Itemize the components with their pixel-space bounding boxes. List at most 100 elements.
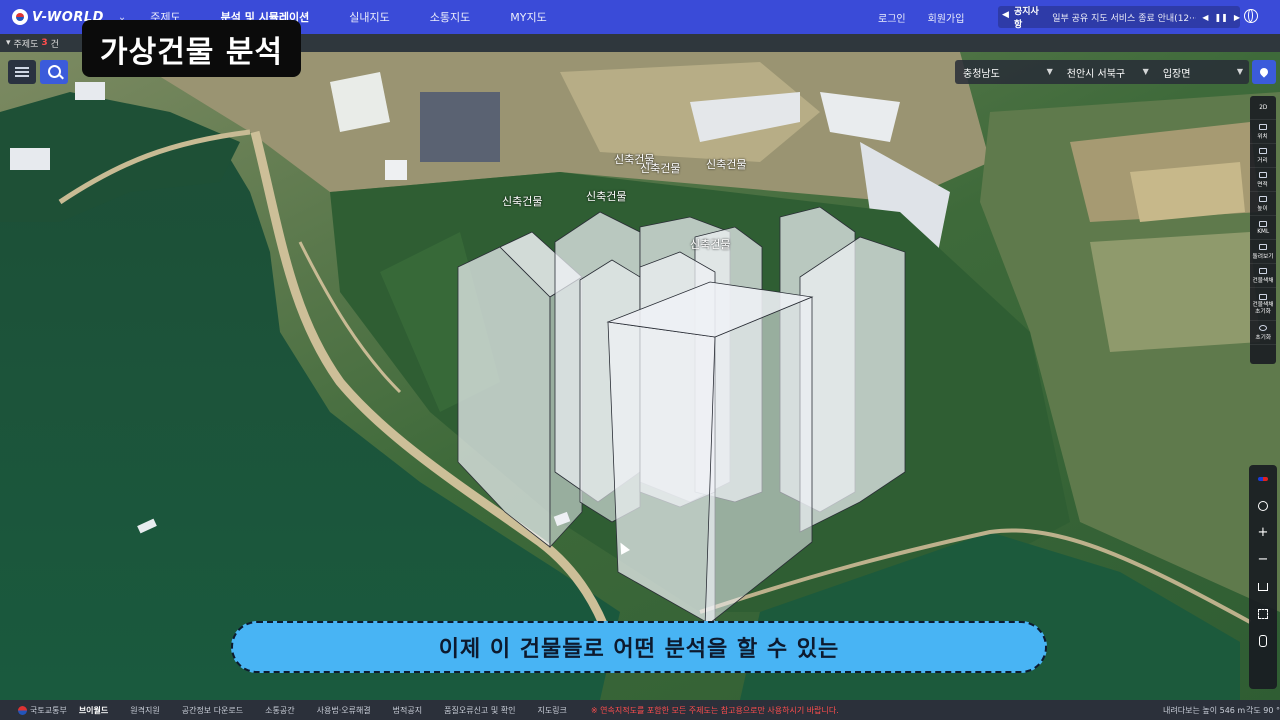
map-canvas[interactable] [0, 52, 1280, 700]
building-label: 신축건물 [640, 162, 681, 175]
tool-height[interactable]: 높이 [1250, 192, 1276, 216]
city-value: 천안시 서북구 [1066, 68, 1126, 80]
mouse-icon [1259, 634, 1267, 647]
language-globe-icon[interactable] [1244, 9, 1258, 23]
tool-label: KML [1257, 227, 1269, 235]
footer-link-community[interactable]: 소통공간 [265, 705, 294, 716]
tool-building-color[interactable]: 건물색채 [1250, 264, 1276, 288]
file-icon [1259, 220, 1267, 227]
height-icon [1259, 195, 1267, 202]
tool-area[interactable]: 면적 [1250, 168, 1276, 192]
tool-2d[interactable]: 2D [1250, 96, 1276, 120]
menu-indoor-map[interactable]: 실내지도 [349, 9, 389, 25]
tool-label: 초기화 [1255, 333, 1271, 341]
ministry-emblem-icon [12, 9, 28, 25]
home-icon [1258, 582, 1268, 591]
notice-title: 공지사항 [1014, 7, 1039, 30]
speaker-icon: ◀ [1002, 10, 1009, 20]
map-controls: + − [1249, 465, 1277, 689]
tool-label: 위치 [1257, 132, 1269, 140]
tool-label: 2D [1258, 104, 1268, 111]
auth-links: 로그인 회원가입 [878, 0, 986, 34]
footer-link-map-link[interactable]: 지도링크 [537, 705, 566, 716]
ruler-icon [1259, 147, 1267, 154]
login-link[interactable]: 로그인 [878, 10, 906, 25]
fullscreen-icon [1258, 608, 1268, 619]
building-icon [1259, 267, 1267, 274]
menu-my-map[interactable]: MY지도 [510, 9, 546, 25]
home-button[interactable] [1249, 573, 1277, 600]
plus-icon: + [1257, 525, 1269, 540]
signup-link[interactable]: 회원가입 [928, 10, 965, 25]
video-subtitle: 이제 이 건물들로 어떤 분석을 할 수 있는 [231, 621, 1047, 673]
province-value: 충청남도 [963, 68, 1000, 80]
thematic-count: 3 [41, 38, 48, 48]
prev-icon[interactable]: ◀ [1202, 13, 1208, 22]
pause-icon[interactable]: ❚❚ [1214, 13, 1227, 22]
footer-link-quality-report[interactable]: 품질오류신고 및 확인 [444, 705, 515, 716]
minus-icon: − [1257, 552, 1269, 567]
town-value: 입장면 [1162, 68, 1191, 80]
tool-label: 면적 [1257, 180, 1269, 188]
compass-button[interactable] [1249, 465, 1277, 492]
zoom-out-button[interactable]: − [1249, 546, 1277, 573]
search-icon [48, 65, 61, 78]
location-icon [1259, 123, 1267, 130]
target-icon [1258, 500, 1268, 511]
rotate-icon [1259, 243, 1267, 250]
3d-map-view[interactable]: 신축건물 신축건물 신축건물 신축건물 신축건물 신축건물 [0, 52, 1280, 700]
tool-location[interactable]: 위치 [1250, 120, 1276, 144]
tool-label: 거리 [1257, 156, 1269, 164]
tool-label: 높이 [1257, 204, 1269, 212]
layer-menu-button[interactable] [8, 60, 36, 84]
building-label: 신축건물 [690, 238, 731, 251]
tool-rotate[interactable]: 돌려보기 [1250, 240, 1276, 264]
chevron-down-icon: ▼ [1046, 67, 1053, 76]
ministry-link[interactable]: 국토교통부 [18, 705, 67, 716]
altitude-readout: 내려다보는 높이 546 m [1163, 706, 1246, 715]
city-select[interactable]: 천안시 서북구 ▼ [1059, 60, 1155, 84]
pin-icon: ▾ [6, 38, 11, 48]
building-label: 신축건물 [706, 158, 747, 171]
tool-distance[interactable]: 거리 [1250, 144, 1276, 168]
footer-bar: 국토교통부 브이월드 원격지원 공간정보 다운로드 소통공간 사용법·오류해결 … [0, 700, 1280, 720]
notice-text[interactable]: 일부 공유 지도 서비스 종료 안내(12··· [1052, 11, 1196, 24]
right-toolbar: 2D 위치 거리 면적 높이 KML 돌려보기 건물색채 건물색채 초기화 초기… [1250, 96, 1276, 364]
building-label: 신축건물 [502, 195, 543, 208]
province-select[interactable]: 충청남도 ▼ [955, 60, 1059, 84]
footer-link-help[interactable]: 사용법·오류해결 [317, 705, 371, 716]
fullscreen-button[interactable] [1249, 600, 1277, 627]
footer-link-data-download[interactable]: 공간정보 다운로드 [182, 705, 243, 716]
footer-brand[interactable]: 브이월드 [79, 705, 108, 716]
area-icon [1259, 171, 1267, 178]
tool-label: 건물색채 초기화 [1252, 300, 1274, 315]
notice-ticker[interactable]: ◀ 공지사항 일부 공유 지도 서비스 종료 안내(12··· ◀ ❚❚ ▶ [998, 6, 1240, 30]
building-label: 신축건물 [586, 190, 627, 203]
current-location-button[interactable] [1249, 492, 1277, 519]
tool-label: 돌려보기 [1252, 252, 1274, 260]
footer-warning: ※ 연속지적도를 포함한 모든 주제도는 참고용으로만 사용하시기 바랍니다. [590, 705, 839, 715]
building-reset-icon [1259, 293, 1267, 300]
menu-community-map[interactable]: 소통지도 [430, 9, 470, 25]
thematic-label[interactable]: 주제도 [14, 37, 39, 50]
location-pin-button[interactable] [1252, 60, 1276, 84]
video-caption-title: 가상건물 분석 [82, 20, 302, 77]
thematic-unit: 건 [50, 39, 59, 50]
region-selector: 충청남도 ▼ 천안시 서북구 ▼ 입장면 ▼ [955, 60, 1249, 84]
footer-link-legal[interactable]: 법적공지 [393, 705, 422, 716]
tool-building-color-reset[interactable]: 건물색채 초기화 [1250, 288, 1276, 321]
zoom-in-button[interactable]: + [1249, 519, 1277, 546]
tool-label: 건물색채 [1252, 276, 1274, 284]
next-icon[interactable]: ▶ [1234, 13, 1240, 22]
chevron-down-icon: ▼ [1142, 67, 1149, 76]
tool-reset[interactable]: 초기화 [1250, 321, 1276, 345]
search-button[interactable] [40, 60, 68, 84]
angle-readout: 각도 90 ° [1246, 706, 1280, 715]
compass-icon [1258, 476, 1268, 481]
town-select[interactable]: 입장면 ▼ [1155, 60, 1249, 84]
mouse-mode-button[interactable] [1249, 627, 1277, 654]
refresh-icon [1259, 324, 1267, 331]
chevron-down-icon: ▼ [1236, 67, 1243, 76]
footer-link-remote-support[interactable]: 원격지원 [130, 705, 159, 716]
tool-kml[interactable]: KML [1250, 216, 1276, 240]
